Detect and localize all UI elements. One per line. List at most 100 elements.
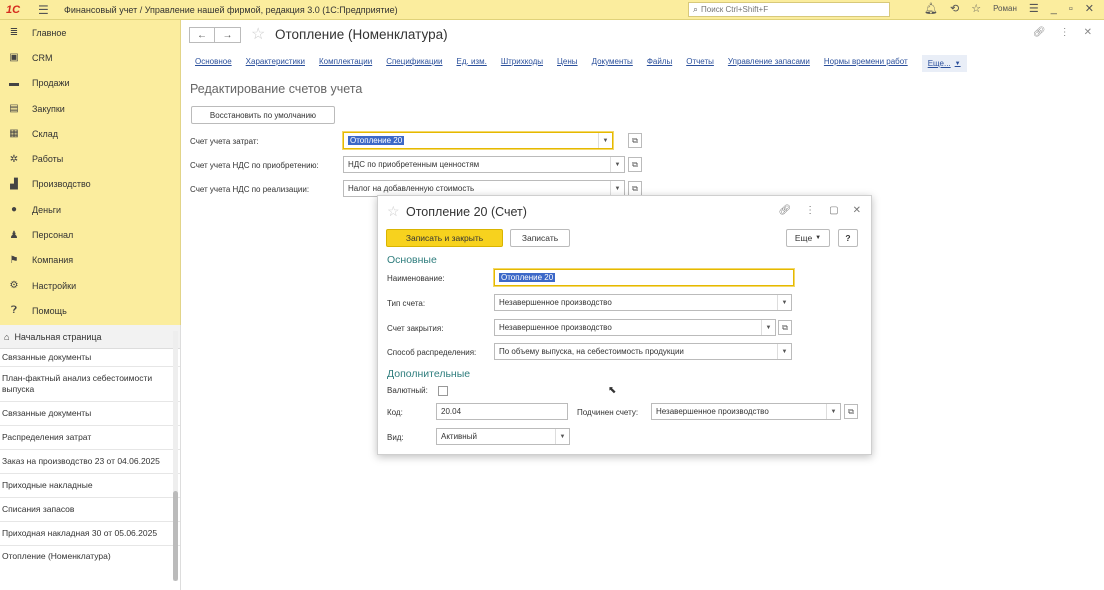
kind-select[interactable]: Активный ▼ [436,428,570,445]
save-and-close-button[interactable]: Записать и закрыть [386,229,503,247]
sidebar-item-warehouse[interactable]: ▦ Склад [0,121,180,146]
dropdown-arrow-icon[interactable]: ▼ [761,320,775,335]
account-type-label: Тип счета: [387,299,426,308]
group-extra-title: Дополнительные [387,368,471,380]
works-icon: ✲ [9,153,19,165]
closing-account-field[interactable]: Незавершенное производство ▼ [494,319,776,336]
sidebar-item-company[interactable]: ⚑ Компания [0,248,180,273]
history-item[interactable]: Распределения затрат [0,426,180,450]
user-name[interactable]: Роман [993,4,1017,13]
sidebar-item-money[interactable]: ● Деньги [0,197,180,222]
search-input[interactable] [701,5,882,14]
dropdown-arrow-icon[interactable]: ▼ [777,344,791,359]
open-link-icon[interactable]: ⧉ [778,320,792,335]
dropdown-arrow-icon[interactable]: ▼ [610,181,624,196]
more-button[interactable]: Еще ▼ [786,229,830,247]
production-icon: ▟ [10,178,18,190]
vat-purchase-field[interactable]: НДС по приобретенным ценностям ▼ [343,156,625,173]
tab-stock-management[interactable]: Управление запасами [728,57,810,72]
minimize-icon[interactable]: _ [1051,3,1057,15]
tab-documents[interactable]: Документы [592,57,633,72]
sidebar-item-sales[interactable]: ▬ Продажи [0,71,180,96]
history-item[interactable]: Списания запасов [0,498,180,522]
sidebar-item-crm[interactable]: ▣ CRM [0,45,180,70]
more-vert-icon[interactable]: ⋮ [1060,27,1070,38]
sidebar-item-settings[interactable]: ⚙ Настройки [0,273,180,298]
vat-sales-label: Счет учета НДС по реализации: [190,185,310,194]
dialog-title: Отопление 20 (Счет) [406,205,527,219]
tab-specifications[interactable]: Спецификации [386,57,442,72]
group-main-title: Основные [387,254,437,266]
maximize-icon[interactable]: ▢ [829,205,838,216]
help-button[interactable]: ? [838,229,858,247]
dropdown-arrow-icon[interactable]: ▼ [598,133,612,148]
favorites-star-icon[interactable]: ☆ [971,2,981,15]
bell-icon[interactable]: 🔔︎ [924,2,938,15]
sidebar-item-staff[interactable]: ♟ Персонал [0,222,180,247]
tab-prices[interactable]: Цены [557,57,578,72]
favorite-star-icon[interactable]: ☆ [387,203,400,220]
tab-barcodes[interactable]: Штрихкоды [501,57,543,72]
open-link-icon[interactable]: ⧉ [628,133,642,148]
open-link-icon[interactable]: ⧉ [628,181,642,196]
settings-menu-icon[interactable]: ☰ [1029,2,1039,15]
link-icon[interactable]: 🔗︎ [778,205,791,216]
restore-icon[interactable]: ▫ [1069,3,1073,15]
forward-button[interactable]: → [215,27,241,43]
main-menu-icon[interactable]: ☰ [38,3,52,17]
name-input[interactable]: Отопление 20 [494,269,794,286]
dropdown-arrow-icon[interactable]: ▼ [610,157,624,172]
tab-characteristics[interactable]: Характеристики [246,57,305,72]
top-bar: 1С ☰ Финансовый учет / Управление нашей … [0,0,1104,20]
account-type-select[interactable]: Незавершенное производство ▼ [494,294,792,311]
tab-units[interactable]: Ед. изм. [457,57,487,72]
tab-more[interactable]: Еще... ▼ [921,55,967,72]
chevron-down-icon: ▼ [954,60,961,67]
history-item[interactable]: Связанные документы [0,402,180,426]
cost-account-label: Счет учета затрат: [190,137,259,146]
dropdown-arrow-icon[interactable]: ▼ [555,429,569,444]
history-item[interactable]: План-фактный анализ себестоимости выпуск… [0,367,180,402]
tab-reports[interactable]: Отчеты [686,57,714,72]
close-icon[interactable]: ✕ [1084,27,1092,38]
sidebar-item-purchases[interactable]: ▤ Закупки [0,96,180,121]
tab-main[interactable]: Основное [195,57,232,72]
sidebar: ≣ Главное ▣ CRM ▬ Продажи ▤ Закупки ▦ Склад ✲… [0,20,181,325]
global-search[interactable]: ⌕ [688,2,890,17]
tab-files[interactable]: Файлы [647,57,672,72]
close-icon[interactable]: ✕ [853,205,861,216]
restore-defaults-button[interactable]: Восстановить по умолчанию [191,106,335,124]
scroll-thumb[interactable] [173,491,178,581]
dropdown-arrow-icon[interactable]: ▼ [777,295,791,310]
distribution-method-select[interactable]: По объему выпуска, на себестоимость прод… [494,343,792,360]
link-icon[interactable]: 🔗︎ [1033,27,1046,38]
more-vert-icon[interactable]: ⋮ [805,205,815,216]
save-button[interactable]: Записать [510,229,570,247]
history-item[interactable]: Связанные документы [0,349,180,367]
vat-purchase-label: Счет учета НДС по приобретению: [190,161,319,170]
history-scrollbar[interactable] [173,331,178,581]
tab-kits[interactable]: Комплектации [319,57,372,72]
favorite-star-icon[interactable]: ☆ [251,24,265,44]
history-item[interactable]: Приходная накладная 30 от 05.06.2025 [0,522,180,546]
dropdown-arrow-icon[interactable]: ▼ [826,404,840,419]
history-icon[interactable]: ⟲ [950,2,959,15]
code-input[interactable]: 20.04 [436,403,568,420]
parent-account-field[interactable]: Незавершенное производство ▼ [651,403,841,420]
close-icon[interactable]: ✕ [1085,2,1094,15]
currency-checkbox[interactable] [438,386,448,396]
history-item[interactable]: Заказ на производство 23 от 04.06.2025 [0,450,180,474]
sidebar-item-works[interactable]: ✲ Работы [0,146,180,171]
history-item[interactable]: Приходные накладные [0,474,180,498]
tab-work-time-norms[interactable]: Нормы времени работ [824,57,908,72]
sidebar-item-main[interactable]: ≣ Главное [0,20,180,45]
staff-icon: ♟ [9,229,19,241]
history-item-current[interactable]: Отопление (Номенклатура) [0,546,180,565]
cost-account-field[interactable]: Отопление 20 ▼ [343,132,613,149]
open-link-icon[interactable]: ⧉ [628,157,642,172]
home-page-link[interactable]: ⌂ Начальная страница [0,325,180,349]
open-link-icon[interactable]: ⧉ [844,404,858,419]
back-button[interactable]: ← [189,27,215,43]
sidebar-item-help[interactable]: ❓︎ Помощь [0,298,180,323]
sidebar-item-production[interactable]: ▟ Производство [0,172,180,197]
